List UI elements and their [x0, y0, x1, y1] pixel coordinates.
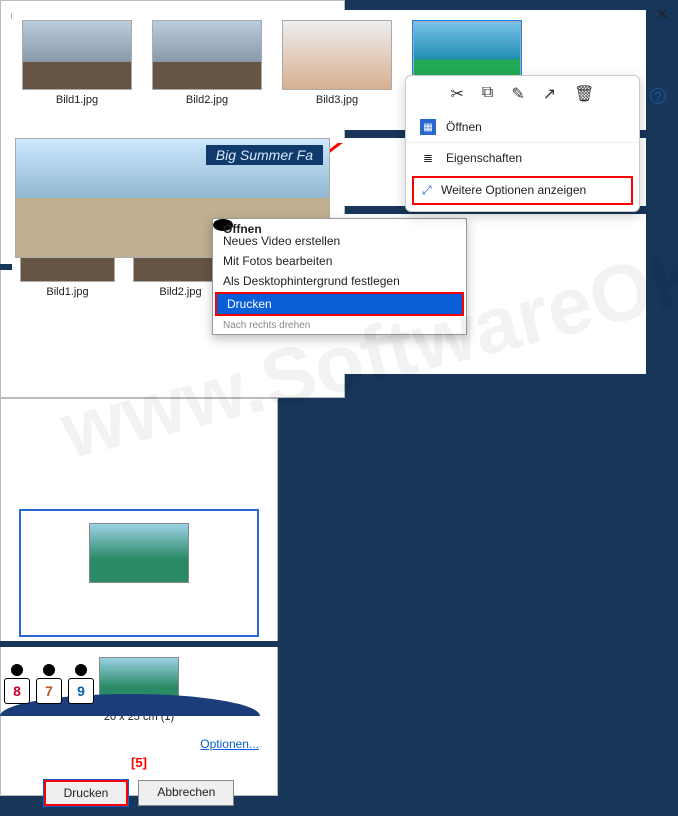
expand-icon: ⤢: [422, 183, 432, 197]
score-card: 8: [4, 678, 30, 704]
menu-label: Weitere Optionen anzeigen: [441, 183, 586, 197]
props-icon: ≣: [420, 150, 436, 166]
context-menu-win11: ✂ ⧉ ✎ ↗ 🗑 ▦ Öffnen ≣ Eigenschaften ⤢ Wei…: [405, 75, 640, 212]
close-icon[interactable]: ✕: [656, 6, 668, 23]
thumbnail[interactable]: Bild3.jpg: [282, 20, 392, 106]
menu-rotate[interactable]: Nach rechts drehen: [213, 317, 466, 334]
menu-print-highlight: Drucken: [215, 292, 464, 316]
layout-thumbnail-selected[interactable]: [19, 509, 259, 637]
menu-open[interactable]: ▦ Öffnen: [406, 112, 639, 142]
share-icon[interactable]: ↗: [543, 84, 556, 104]
help-icon[interactable]: ?: [650, 88, 666, 104]
menu-properties[interactable]: ≣ Eigenschaften: [406, 142, 639, 173]
menu-print[interactable]: Drucken: [217, 294, 462, 314]
thumbnail-image: [22, 20, 132, 90]
thumbnail-label: Bild2.jpg: [152, 94, 262, 106]
thumbnail-image: [152, 20, 262, 90]
options-link[interactable]: Optionen...: [200, 737, 259, 751]
menu-set-desktop[interactable]: Als Desktophintergrund festlegen: [213, 271, 466, 291]
cancel-button[interactable]: Abbrechen: [138, 780, 234, 806]
score-card: 7: [36, 678, 62, 704]
print-button[interactable]: Drucken: [44, 780, 129, 806]
thumbnail-label: Bild3.jpg: [282, 94, 392, 106]
context-menu-classic: Öffnen Neues Video erstellen Mit Fotos b…: [212, 218, 467, 335]
preview-title: Big Summer Fa: [206, 145, 323, 165]
menu-label: Öffnen: [446, 120, 482, 134]
score-card: 9: [68, 678, 94, 704]
menu-open[interactable]: Öffnen: [213, 219, 233, 231]
thumbnail-label: Bild1.jpg: [20, 286, 115, 298]
annotation-5: [5]: [131, 755, 147, 770]
cut-icon[interactable]: ✂: [451, 84, 464, 104]
thumbnail[interactable]: Bild2.jpg: [152, 20, 262, 106]
menu-label: Eigenschaften: [446, 151, 522, 165]
print-wizard-right: ✕ ? 20 x 25 cm (1) Optionen... [5] Druck…: [0, 398, 278, 796]
menu-new-video[interactable]: Neues Video erstellen: [213, 231, 466, 251]
rename-icon[interactable]: ✎: [511, 84, 524, 104]
menu-edit-photos[interactable]: Mit Fotos bearbeiten: [213, 251, 466, 271]
photo-icon: ▦: [420, 119, 436, 135]
menu-more-options[interactable]: ⤢ Weitere Optionen anzeigen: [412, 176, 633, 205]
layout-preview: [89, 523, 189, 583]
thumbnail-image: [282, 20, 392, 90]
thumbnail[interactable]: Bild1.jpg: [22, 20, 132, 106]
decorative-people: 8 7 9: [4, 664, 94, 704]
copy-icon[interactable]: ⧉: [482, 84, 493, 104]
thumbnail-label: Bild1.jpg: [22, 94, 132, 106]
delete-icon[interactable]: 🗑: [574, 84, 594, 104]
